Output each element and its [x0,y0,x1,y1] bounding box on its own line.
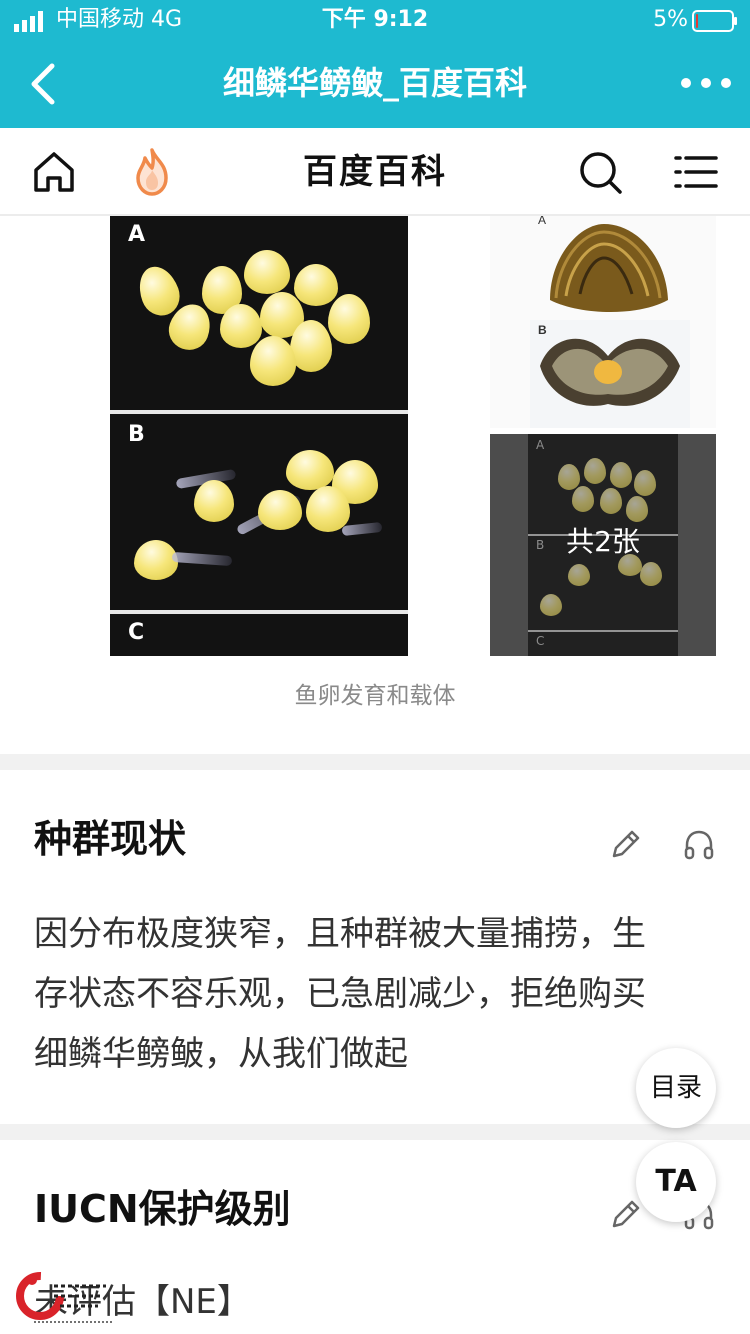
egg-image [328,294,370,344]
photo-panel-a: A [110,216,408,410]
panel-label: A [128,222,146,247]
egg-image [290,320,332,372]
thumbnail-column: A B A B C 共2张 [484,216,716,656]
larva-image [286,450,334,490]
watermark-logo [16,1272,112,1323]
clam-illustration: A B [530,216,690,428]
main-photo[interactable]: A B C [110,216,408,656]
image-caption: 鱼卵发育和载体 [294,683,456,709]
battery-percent: 5% [653,7,688,32]
larva-image [194,480,234,522]
larva-image [258,490,302,530]
egg-image [220,304,262,348]
status-bar: 中国移动 4G 下午 9:12 5% [0,0,750,40]
title-bar: 细鳞华鳑鲏_百度百科 [0,40,750,128]
panel-label: B [128,422,145,447]
thumb-panel-label: B [538,323,547,337]
back-chevron-icon[interactable] [20,58,72,110]
home-icon[interactable] [28,146,80,198]
photo-panel-c: C [110,614,408,656]
larva-tail [341,521,383,537]
pencil-icon[interactable] [608,828,642,862]
text-line: 未评估【NE】 [34,1282,251,1322]
image-count-label: 共2张 [566,525,640,558]
search-icon[interactable] [574,146,626,198]
nav-bar: 百度百科 [0,128,750,216]
list-menu-icon[interactable] [670,146,722,198]
thumb-panel-label: A [538,216,546,227]
more-images-thumbnail[interactable]: A B C 共2张 [490,434,716,656]
clock: 下午 9:12 [321,7,429,32]
egg-image [250,336,296,386]
section-body-population: 因分布极度狭窄，且种群被大量捕捞，生 存状态不容乐观，已急剧减少，拒绝购买 细鳞… [34,904,704,1084]
clam-thumbnail[interactable]: A B [490,216,716,428]
toc-button[interactable]: 目录 [636,1048,716,1128]
ta-button[interactable]: TA [636,1142,716,1222]
egg-image [294,264,338,306]
text-line: 存状态不容乐观，已急剧减少，拒绝购买 [34,974,646,1014]
larva-tail [171,551,233,567]
larva-image [306,486,350,532]
page-title: 细鳞华鳑鲏_百度百科 [222,64,527,102]
photo-panel-b: B [110,414,408,610]
pencil-icon[interactable] [608,1198,642,1232]
brand-title[interactable]: 百度百科 [245,148,505,196]
text-line: 因分布极度狭窄，且种群被大量捕捞，生 [34,914,646,954]
headphones-icon[interactable] [682,828,716,862]
more-dots-icon[interactable] [676,60,736,106]
image-gallery: A B C A B A B C 共2张 [0,216,750,656]
section-title-iucn: IUCN保护级别 [34,1187,291,1231]
section-title-population: 种群现状 [34,817,187,861]
battery-icon [692,10,737,32]
section-body-iucn: 未评估【NE】 [34,1272,704,1332]
section-separator [0,1124,750,1140]
text-line: 细鳞华鳑鲏，从我们做起 [34,1034,408,1074]
flame-icon[interactable] [126,146,178,198]
section-separator [0,754,750,770]
egg-image [244,250,290,294]
larva-image [134,540,178,580]
panel-label: C [128,620,145,645]
